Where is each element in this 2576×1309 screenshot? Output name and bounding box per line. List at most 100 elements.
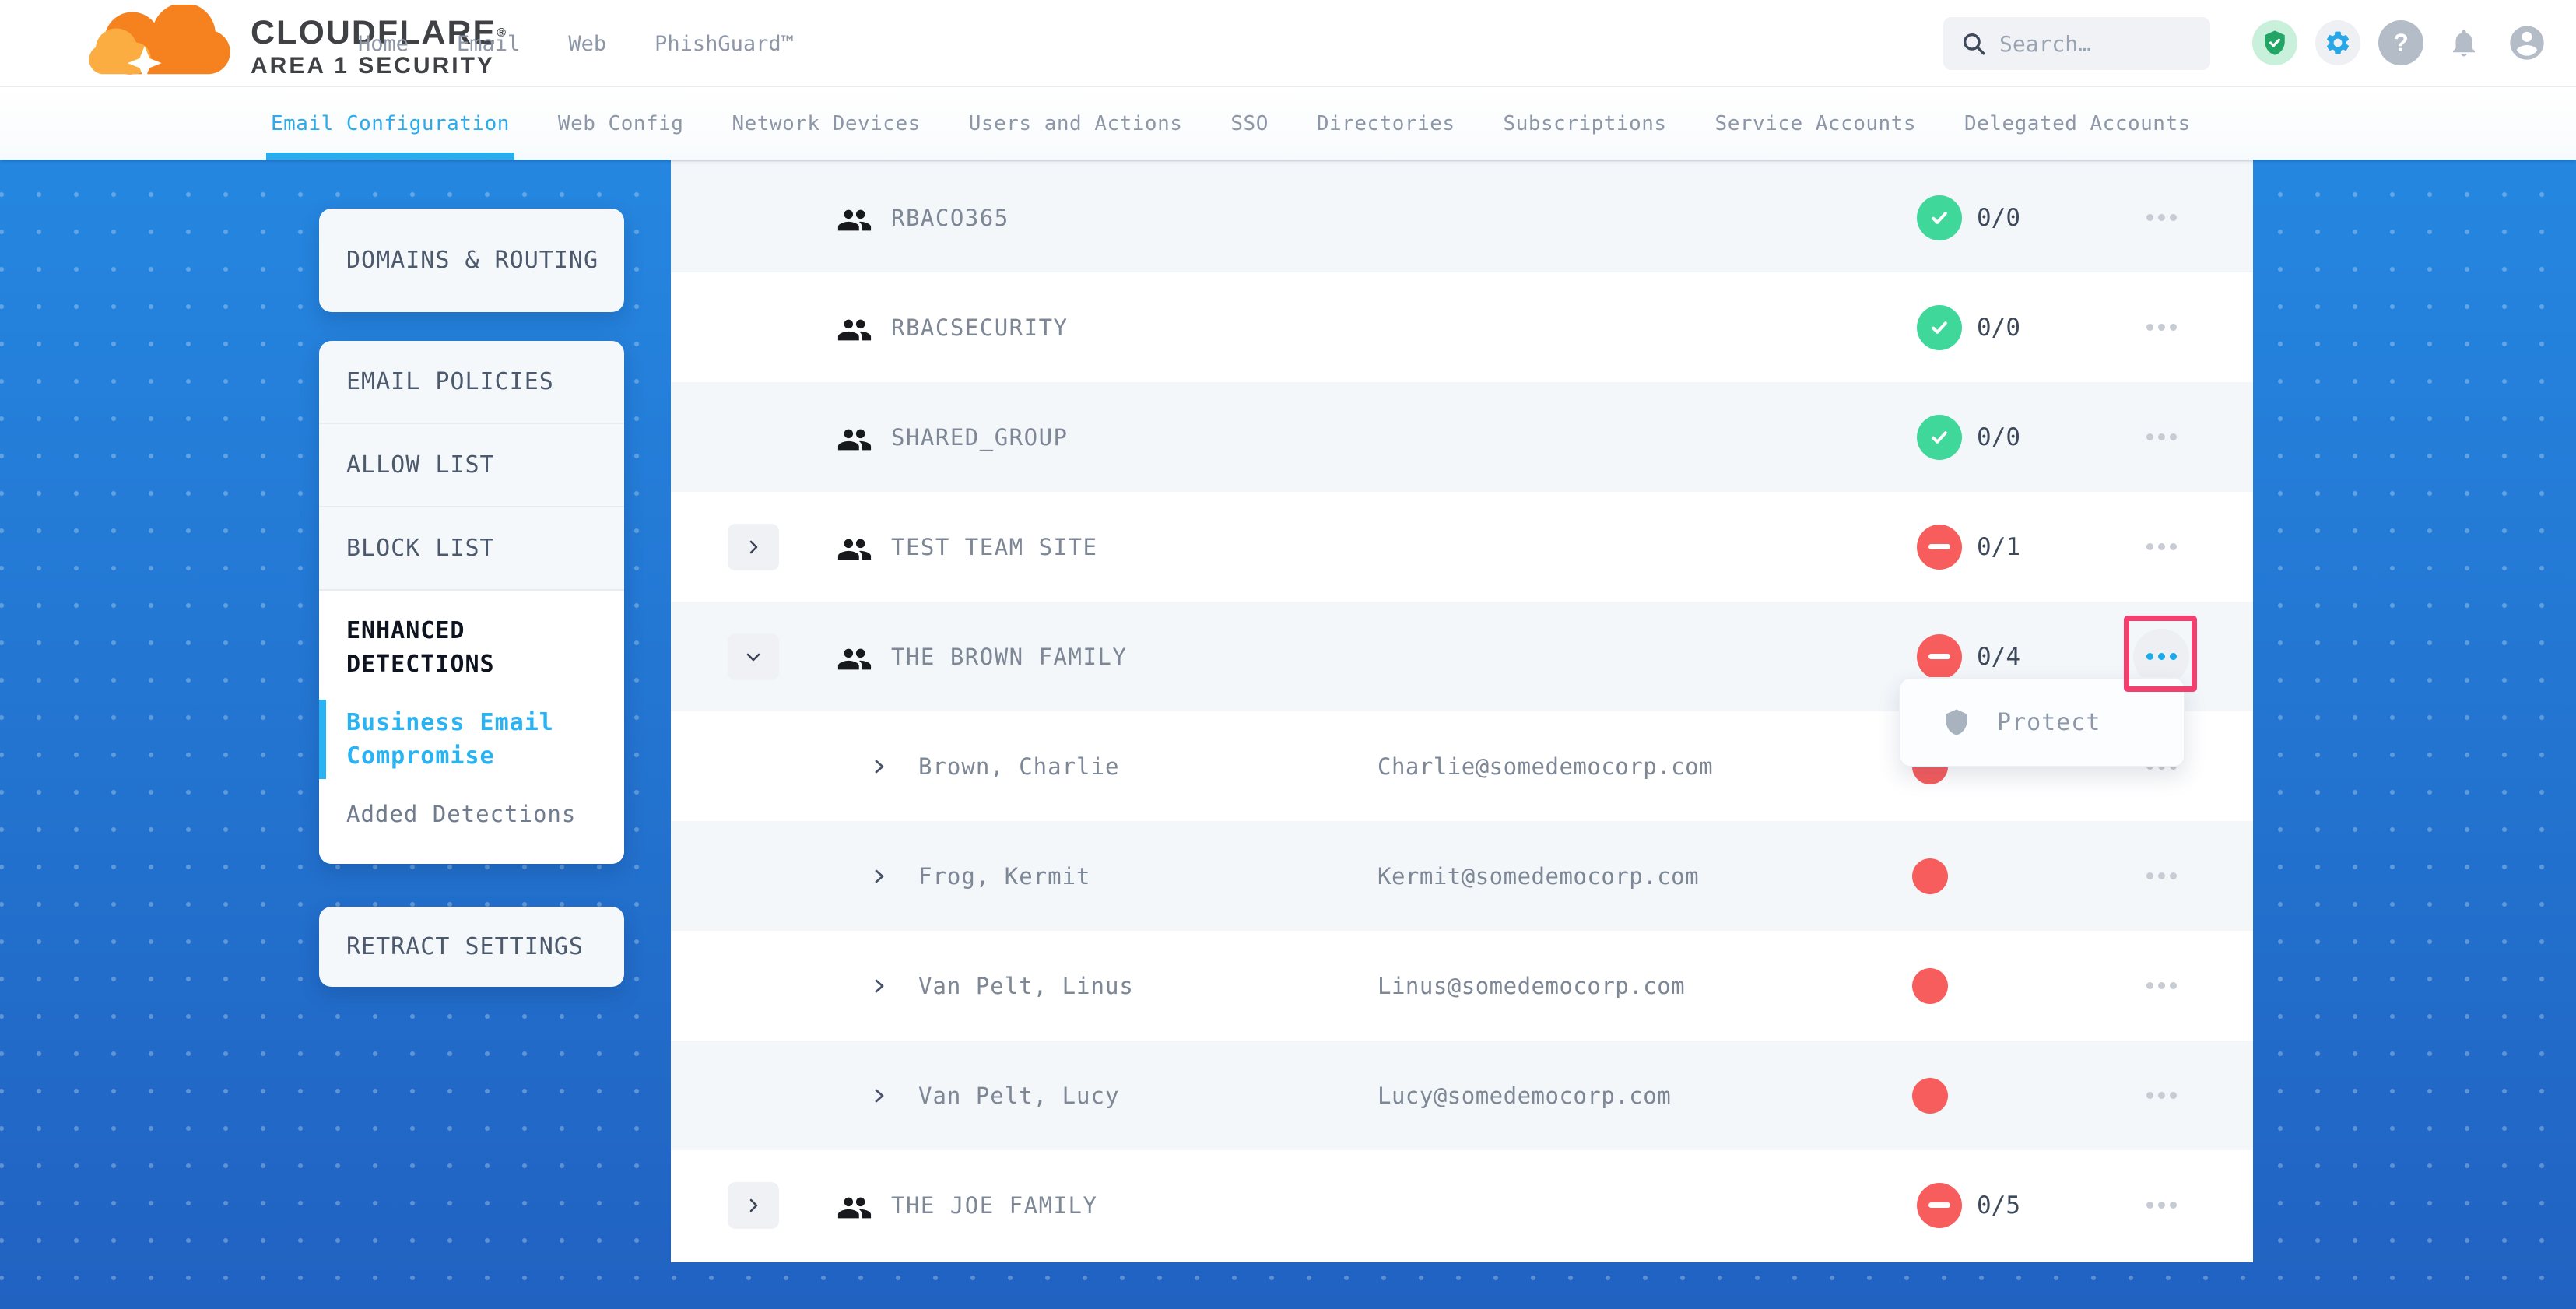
user-email: Linus@somedemocorp.com — [1377, 973, 1685, 999]
account-avatar-icon[interactable] — [2504, 20, 2550, 65]
sidebar-item-block-list[interactable]: BLOCK LIST — [319, 507, 624, 591]
chevron-right-icon — [870, 1086, 889, 1105]
sidebar-label: EMAIL POLICIES — [346, 368, 554, 395]
tab-delegated-accounts[interactable]: Delegated Accounts — [1964, 87, 2191, 160]
settings-gear-icon[interactable] — [2315, 20, 2360, 65]
search-icon — [1960, 30, 1987, 57]
sidebar-policies-card: EMAIL POLICIES ALLOW LIST BLOCK LIST ENH… — [319, 341, 624, 864]
sidebar-label: RETRACT SETTINGS — [346, 933, 584, 960]
tab-service-accounts[interactable]: Service Accounts — [1715, 87, 1916, 160]
group-name: RBACSECURITY — [891, 314, 1069, 341]
row-actions-menu-button[interactable] — [2133, 958, 2189, 1014]
question-glyph: ? — [2393, 29, 2409, 58]
collapse-row-button[interactable] — [728, 633, 779, 680]
chevron-right-icon — [870, 867, 889, 886]
user-email: Charlie@somedemocorp.com — [1377, 753, 1713, 780]
row-actions-menu-button[interactable] — [2133, 1177, 2189, 1234]
sidebar-label: DOMAINS & ROUTING — [346, 247, 598, 274]
user-email: Kermit@somedemocorp.com — [1377, 863, 1699, 890]
cloudflare-logo-icon — [87, 5, 246, 82]
row-actions-menu-button[interactable] — [2133, 519, 2189, 575]
group-icon — [837, 641, 872, 672]
group-name: RBACO365 — [891, 205, 1009, 231]
top-header: CLOUDFLARE® AREA 1 SECURITY HomeEmailWeb… — [0, 0, 2576, 87]
sidebar-item-allow-list[interactable]: ALLOW LIST — [319, 424, 624, 507]
tab-web-config[interactable]: Web Config — [558, 87, 684, 160]
nav-email[interactable]: Email — [457, 32, 520, 56]
chevron-right-icon — [870, 977, 889, 995]
protected-count: 0/5 — [1977, 1191, 2020, 1220]
table-row[interactable]: Van Pelt, Linus Linus@somedemocorp.com — [671, 931, 2253, 1041]
sidebar-label: ALLOW LIST — [346, 451, 495, 479]
tab-email-configuration[interactable]: Email Configuration — [271, 87, 510, 160]
user-name: Brown, Charlie — [918, 753, 1119, 780]
groups-table: RBACO3650/0RBACSECURITY0/0SHARED_GROUP0/… — [671, 160, 2253, 1262]
user-name: Frog, Kermit — [918, 863, 1091, 890]
status-dot-blocked — [1912, 858, 1948, 894]
protected-count: 0/4 — [1977, 643, 2020, 671]
nav-phishguard[interactable]: PhishGuard™ — [655, 32, 794, 56]
row-actions-menu-button[interactable] — [2133, 190, 2189, 246]
table-row[interactable]: RBACO3650/0 — [671, 163, 2253, 272]
shield-icon — [1943, 707, 1971, 737]
status-badge-blocked-icon — [1917, 634, 1962, 679]
row-actions-menu-button[interactable] — [2133, 409, 2189, 465]
group-icon — [837, 1190, 872, 1221]
tab-sso[interactable]: SSO — [1230, 87, 1268, 160]
tab-directories[interactable]: Directories — [1317, 87, 1455, 160]
group-name: THE BROWN FAMILY — [891, 644, 1127, 670]
expand-row-button[interactable] — [728, 524, 779, 570]
top-nav: Home Email Web PhishGuard™ — [358, 0, 794, 87]
row-actions-menu-button[interactable] — [2133, 1068, 2189, 1124]
search-box[interactable] — [1943, 17, 2210, 70]
nav-home[interactable]: Home — [358, 32, 409, 56]
tab-network-devices[interactable]: Network Devices — [732, 87, 920, 160]
notifications-bell-icon[interactable] — [2441, 20, 2487, 65]
table-row[interactable]: THE BROWN FAMILY0/4Protect — [671, 602, 2253, 711]
table-row[interactable]: Frog, Kermit Kermit@somedemocorp.com — [671, 821, 2253, 931]
status-dot-blocked — [1912, 968, 1948, 1004]
context-menu: Protect — [1899, 677, 2185, 767]
sidebar-item-retract-settings[interactable]: RETRACT SETTINGS — [319, 907, 624, 987]
group-name: TEST TEAM SITE — [891, 534, 1097, 560]
table-row[interactable]: Van Pelt, Lucy Lucy@somedemocorp.com — [671, 1041, 2253, 1150]
chevron-right-icon — [870, 757, 889, 776]
protected-count: 0/0 — [1977, 314, 2020, 342]
user-email: Lucy@somedemocorp.com — [1377, 1083, 1671, 1109]
user-name: Van Pelt, Linus — [918, 973, 1134, 999]
sidebar-label: BLOCK LIST — [346, 535, 495, 562]
group-icon — [837, 422, 872, 453]
row-actions-menu-button[interactable] — [2133, 629, 2189, 685]
row-actions-menu-button[interactable] — [2133, 300, 2189, 356]
expand-row-button[interactable] — [728, 1182, 779, 1229]
sidebar-item-domains-routing[interactable]: DOMAINS & ROUTING — [319, 209, 624, 312]
protected-count: 0/0 — [1977, 423, 2020, 451]
search-input[interactable] — [1999, 31, 2186, 57]
help-icon[interactable]: ? — [2378, 20, 2423, 65]
status-dot-blocked — [1912, 1078, 1948, 1114]
table-row[interactable]: THE JOE FAMILY 0/5 — [671, 1150, 2253, 1260]
user-name: Van Pelt, Lucy — [918, 1083, 1119, 1109]
tab-users-and-actions[interactable]: Users and Actions — [969, 87, 1183, 160]
sidebar-item-added-detections[interactable]: Added Detections — [319, 798, 624, 831]
enhanced-detections-title: ENHANCED DETECTIONS — [319, 591, 576, 681]
status-badge-ok-icon — [1917, 305, 1962, 350]
table-row[interactable]: SHARED_GROUP0/0 — [671, 382, 2253, 492]
status-badge-blocked-icon — [1917, 1183, 1962, 1228]
row-actions-menu-button[interactable] — [2133, 848, 2189, 904]
group-icon — [837, 532, 872, 563]
tab-subscriptions[interactable]: Subscriptions — [1504, 87, 1667, 160]
context-menu-item-protect[interactable]: Protect — [1997, 709, 2100, 736]
group-name: THE JOE FAMILY — [891, 1192, 1097, 1219]
group-icon — [837, 312, 872, 343]
table-row[interactable]: RBACSECURITY 0/0 — [671, 272, 2253, 382]
status-badge-ok-icon — [1917, 195, 1962, 240]
status-badge-blocked-icon — [1917, 525, 1962, 570]
table-row[interactable]: TEST TEAM SITE0/1 — [671, 492, 2253, 602]
sidebar-item-business-email-compromise[interactable]: Business Email Compromise — [319, 706, 584, 773]
header-icon-cluster: ? — [2252, 20, 2550, 65]
nav-web[interactable]: Web — [568, 32, 606, 56]
section-tab-bar: Email Configuration Web Config Network Dev… — [0, 87, 2576, 160]
shield-check-icon[interactable] — [2252, 20, 2297, 65]
sidebar-item-email-policies[interactable]: EMAIL POLICIES — [319, 341, 624, 424]
